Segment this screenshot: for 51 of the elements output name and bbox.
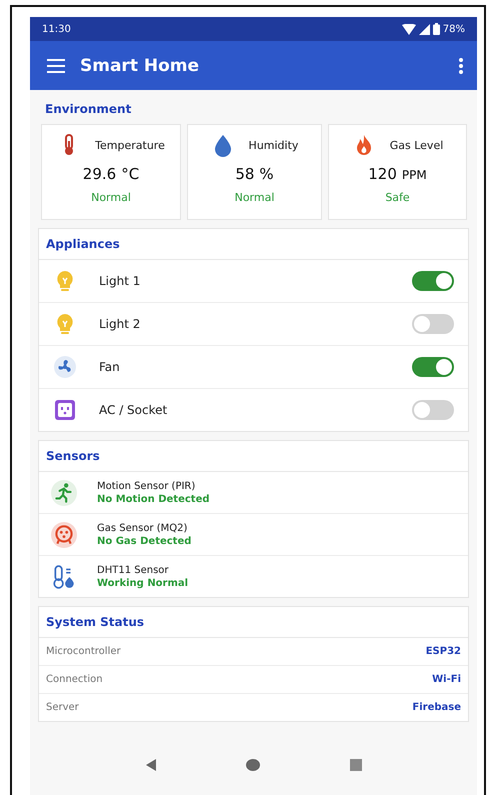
status-label: Server <box>46 702 79 713</box>
status-value: Firebase <box>412 702 461 713</box>
sensor-status: Working Normal <box>97 578 188 588</box>
clock: 11:30 <box>42 24 71 34</box>
battery-icon <box>432 23 440 35</box>
sensor-name: DHT11 Sensor <box>97 564 170 576</box>
appliance-name: Light 2 <box>99 317 142 331</box>
appliance-name: Light 1 <box>99 274 142 288</box>
signal-icon <box>418 24 430 34</box>
app-title: Smart Home <box>80 56 200 76</box>
running-person-icon <box>51 480 77 506</box>
card-label: Humidity <box>248 138 298 152</box>
sensor-status: No Motion Detected <box>97 494 210 504</box>
section-title: Sensors <box>39 441 468 472</box>
gas-detector-icon <box>51 522 77 548</box>
status-label: Connection <box>46 674 103 685</box>
battery-percent: 78% <box>442 24 465 34</box>
menu-icon[interactable] <box>47 58 65 72</box>
status-value: Wi-Fi <box>432 674 461 685</box>
section-title: Environment <box>44 101 132 118</box>
toggle-switch[interactable] <box>412 357 454 377</box>
toggle-switch[interactable] <box>412 314 454 334</box>
back-icon[interactable] <box>144 759 157 771</box>
card-label: Temperature <box>95 138 165 152</box>
status-text: Normal <box>91 191 131 204</box>
home-icon[interactable] <box>246 759 260 771</box>
reading-value: 58 <box>235 165 254 183</box>
toggle-switch[interactable] <box>412 271 454 291</box>
power-socket-icon <box>53 398 77 422</box>
wifi-icon <box>402 24 416 34</box>
appliance-name: AC / Socket <box>99 403 168 417</box>
status-label: Microcontroller <box>46 646 121 657</box>
sensor-name: Motion Sensor (PIR) <box>97 480 196 492</box>
section-title: Appliances <box>39 229 468 260</box>
fan-icon <box>53 355 77 379</box>
status-value: ESP32 <box>426 646 461 657</box>
reading-value: 120 <box>368 165 397 183</box>
appliance-name: Fan <box>99 360 121 374</box>
reading-unit: PPM <box>402 168 427 182</box>
reading-value: 29.6 <box>82 165 116 183</box>
sensor-status: No Gas Detected <box>97 536 192 546</box>
toggle-switch[interactable] <box>412 400 454 420</box>
section-title: System Status <box>39 607 468 638</box>
status-text: Normal <box>234 191 274 204</box>
more-options-icon[interactable] <box>459 58 463 74</box>
status-text: Safe <box>385 191 410 204</box>
card-label: Gas Level <box>390 138 444 152</box>
reading-unit: °C <box>121 165 140 183</box>
sensor-name: Gas Sensor (MQ2) <box>97 522 188 534</box>
recents-icon[interactable] <box>350 759 362 771</box>
reading-unit: % <box>259 165 274 183</box>
